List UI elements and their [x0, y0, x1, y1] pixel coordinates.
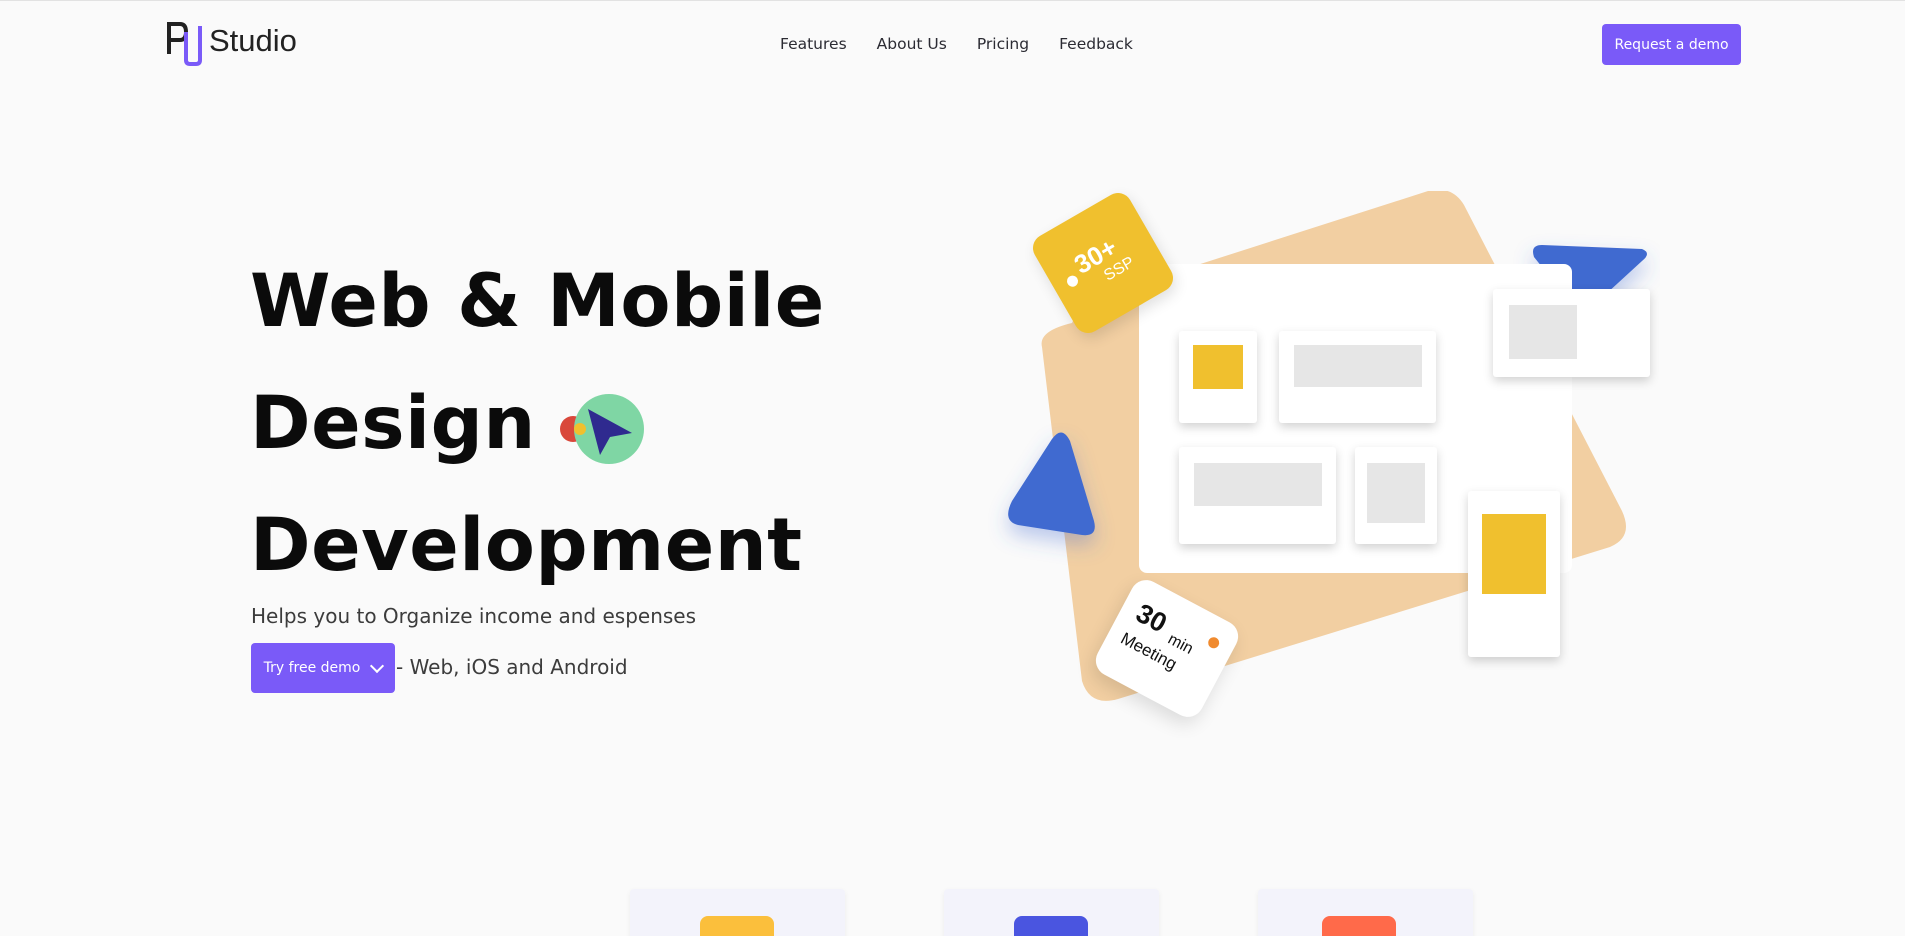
- tile: [1279, 331, 1436, 423]
- nav-about-us[interactable]: About Us: [877, 35, 947, 53]
- nav-features[interactable]: Features: [780, 35, 847, 53]
- feature-card-1[interactable]: [630, 889, 845, 936]
- tile: [1468, 491, 1560, 657]
- document-icon: [700, 916, 774, 936]
- hero-title-line-2: Design: [250, 381, 536, 466]
- logo-mark-icon: [167, 22, 202, 66]
- try-free-demo-label: Try free demo: [263, 660, 361, 676]
- hero-illustration: 30+ SSP 30 min Meeting: [970, 187, 1660, 731]
- request-demo-button[interactable]: Request a demo: [1602, 24, 1741, 65]
- platforms-text: - Web, iOS and Android: [396, 655, 628, 679]
- cursor-icon: [560, 394, 644, 464]
- feature-card-3[interactable]: [1258, 889, 1473, 936]
- tile: [1493, 289, 1650, 377]
- nav-pricing[interactable]: Pricing: [977, 35, 1029, 53]
- tile: [1179, 447, 1336, 544]
- tile: [1179, 331, 1257, 423]
- feature-card-2[interactable]: [944, 889, 1159, 936]
- layers-icon: [1014, 916, 1088, 936]
- hero-subtitle: Helps you to Organize income and espense…: [251, 604, 697, 628]
- chat-icon: [1322, 916, 1396, 936]
- logo[interactable]: Studio: [166, 18, 297, 66]
- chevron-down-icon: [370, 658, 385, 673]
- hero-title-line-1: Web & Mobile: [250, 259, 825, 344]
- nav-feedback[interactable]: Feedback: [1059, 35, 1133, 53]
- ssp-dot: [1064, 273, 1081, 289]
- logo-text: Studio: [209, 23, 297, 58]
- hero-title-line-3: Development: [250, 503, 803, 588]
- meeting-number: 30: [1131, 597, 1172, 639]
- main-nav: Features About Us Pricing Feedback: [780, 35, 1133, 53]
- meeting-dot: [1206, 635, 1222, 651]
- site-header: Studio Features About Us Pricing Feedbac…: [0, 1, 1905, 91]
- tile: [1355, 447, 1437, 544]
- try-free-demo-button[interactable]: Try free demo: [251, 643, 395, 693]
